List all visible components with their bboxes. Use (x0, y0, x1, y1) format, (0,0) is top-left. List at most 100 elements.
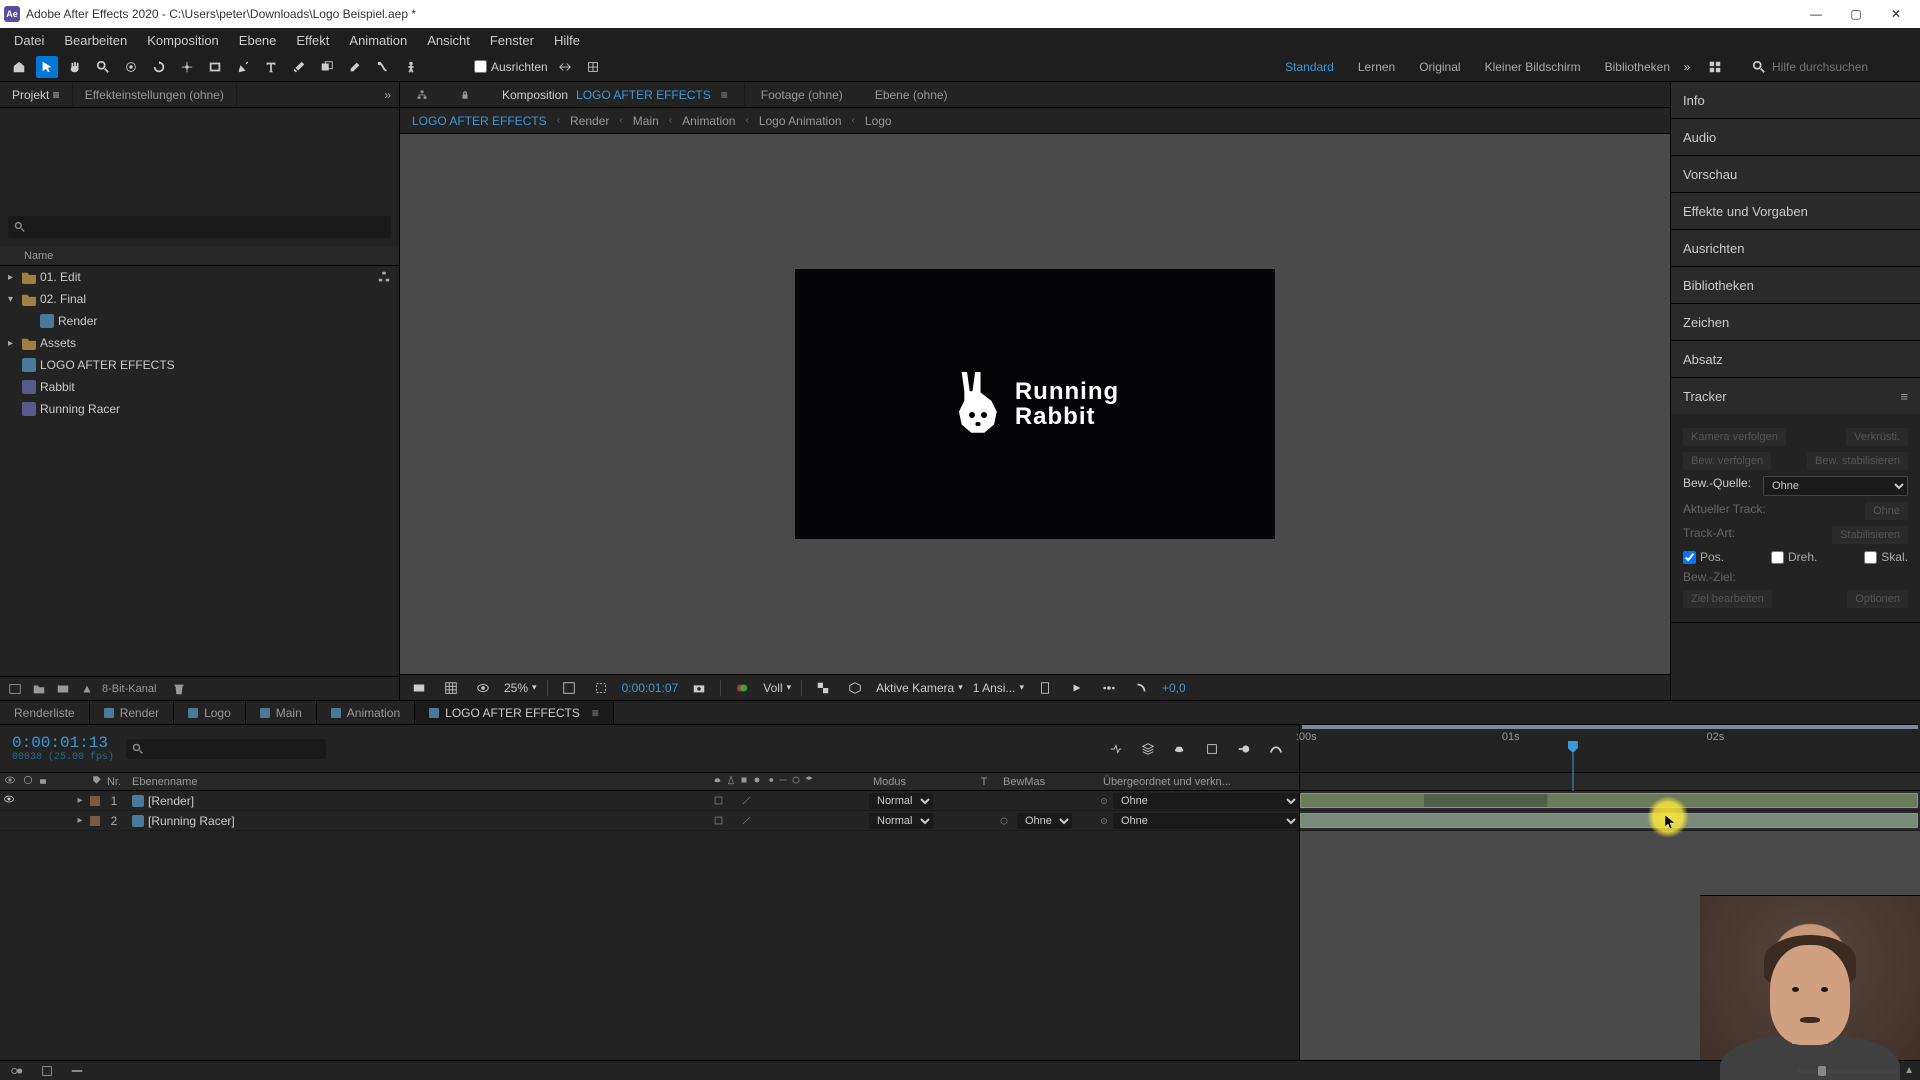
parent-select[interactable]: Ohne (1113, 793, 1299, 809)
zoom-tool[interactable] (92, 56, 114, 78)
menu-ansicht[interactable]: Ansicht (417, 28, 480, 52)
menu-komposition[interactable]: Komposition (137, 28, 229, 52)
snapshot-button[interactable] (688, 677, 710, 699)
panel-header-info[interactable]: Info (1671, 82, 1920, 118)
selection-tool[interactable] (36, 56, 58, 78)
anchor-tool[interactable] (176, 56, 198, 78)
flowchart-button[interactable] (400, 82, 444, 107)
toggle-in-out-button[interactable] (66, 1060, 88, 1080)
adjust-button[interactable] (78, 680, 96, 698)
workspace-kleiner-bildschirm[interactable]: Kleiner Bildschirm (1485, 60, 1581, 74)
snap-checkbox[interactable]: Ausrichten (474, 60, 548, 74)
views-dropdown[interactable]: 1 Ansi... ▾ (973, 681, 1024, 695)
workspace-overflow[interactable]: » (1676, 56, 1698, 78)
menu-animation[interactable]: Animation (339, 28, 417, 52)
delete-button[interactable] (170, 680, 188, 698)
flowchart-item[interactable]: Main (633, 114, 659, 128)
mask-button[interactable] (472, 677, 494, 699)
track-matte-select[interactable]: Ohne (1017, 813, 1072, 829)
3d-view-button[interactable] (844, 677, 866, 699)
project-column-header[interactable]: Name (0, 246, 399, 266)
close-button[interactable]: ✕ (1876, 0, 1916, 28)
panel-header-vorschau[interactable]: Vorschau (1671, 156, 1920, 192)
blend-mode-select[interactable]: Normal (869, 793, 933, 809)
camera-dropdown[interactable]: Aktive Kamera ▾ (876, 681, 963, 695)
parent-select[interactable]: Ohne (1113, 813, 1299, 829)
flowchart-item[interactable]: Animation (682, 114, 735, 128)
hand-tool[interactable] (64, 56, 86, 78)
scale-checkbox[interactable]: Skal. (1864, 550, 1908, 564)
track-motion-button[interactable]: Bew. verfolgen (1683, 452, 1771, 470)
home-button[interactable] (8, 56, 30, 78)
help-search[interactable] (1752, 60, 1912, 74)
project-item[interactable]: ▸01. Edit (0, 266, 399, 288)
new-folder-button[interactable] (30, 680, 48, 698)
channels-button[interactable] (731, 677, 753, 699)
timeline-search[interactable] (126, 739, 326, 759)
panel-header-ausrichten[interactable]: Ausrichten (1671, 230, 1920, 266)
flowchart-item[interactable]: LOGO AFTER EFFECTS (412, 114, 547, 128)
edit-target-button[interactable]: Ziel bearbeiten (1683, 590, 1772, 608)
project-item[interactable]: Render (0, 310, 399, 332)
pixel-aspect-button[interactable] (1034, 677, 1056, 699)
project-item[interactable]: Rabbit (0, 376, 399, 398)
motion-blur-button[interactable] (1233, 738, 1255, 760)
always-preview-button[interactable] (408, 677, 430, 699)
resolution-button[interactable] (558, 677, 580, 699)
panel-overflow[interactable]: » (376, 88, 399, 102)
project-item[interactable]: Running Racer (0, 398, 399, 420)
pickwhip-icon[interactable] (1099, 816, 1109, 826)
panel-tab[interactable]: Effekteinstellungen (ohne) (73, 82, 237, 107)
workspace-menu[interactable] (1704, 56, 1726, 78)
toggle-switches-button[interactable] (6, 1060, 28, 1080)
panel-header-bibliotheken[interactable]: Bibliotheken (1671, 267, 1920, 303)
exposure-value[interactable]: +0,0 (1162, 681, 1186, 695)
transparency-grid-button[interactable] (812, 677, 834, 699)
puppet-tool[interactable] (400, 56, 422, 78)
layer-row[interactable]: ▸ 2 [Running Racer] Normal Ohne Ohne (0, 811, 1299, 831)
current-timecode[interactable]: 0:00:01:13 (12, 734, 114, 752)
zoom-dropdown[interactable]: 25% ▾ (504, 681, 537, 695)
timeline-tab[interactable]: Render (90, 701, 174, 724)
rectangle-tool[interactable] (204, 56, 226, 78)
workspace-original[interactable]: Original (1419, 60, 1460, 74)
layer-track-1[interactable] (1300, 791, 1920, 811)
workspace-standard[interactable]: Standard (1285, 60, 1334, 74)
maximize-button[interactable]: ▢ (1836, 0, 1876, 28)
timeline-tab[interactable]: Animation (317, 701, 415, 724)
layer-track-2[interactable] (1300, 811, 1920, 831)
workspace-lernen[interactable]: Lernen (1358, 60, 1395, 74)
menu-fenster[interactable]: Fenster (480, 28, 544, 52)
flowchart-item[interactable]: Render (570, 114, 609, 128)
tab-composition[interactable]: Komposition LOGO AFTER EFFECTS ≡ (486, 82, 745, 107)
brush-tool[interactable] (288, 56, 310, 78)
zoom-in-icon[interactable]: ▲ (1904, 1065, 1914, 1076)
snap-options[interactable] (554, 56, 576, 78)
eraser-tool[interactable] (344, 56, 366, 78)
toggle-modes-button[interactable] (36, 1060, 58, 1080)
resolution-dropdown[interactable]: Voll ▾ (763, 681, 791, 695)
menu-bearbeiten[interactable]: Bearbeiten (54, 28, 137, 52)
pos-checkbox[interactable]: Pos. (1683, 550, 1724, 564)
stabilize-button[interactable]: Bew. stabilisieren (1807, 452, 1908, 470)
timeline-tab[interactable]: Logo (174, 701, 246, 724)
timeline-tab[interactable]: LOGO AFTER EFFECTS≡ (415, 701, 614, 724)
interpret-footage-button[interactable] (6, 680, 24, 698)
rotate-tool[interactable] (148, 56, 170, 78)
comp-flowchart-button[interactable] (1130, 677, 1152, 699)
lock-icon[interactable] (444, 82, 486, 107)
menu-ebene[interactable]: Ebene (229, 28, 287, 52)
panel-header-absatz[interactable]: Absatz (1671, 341, 1920, 377)
tab-layer[interactable]: Ebene (ohne) (859, 82, 964, 107)
viewer-timecode[interactable]: 0:00:01:07 (622, 681, 679, 695)
roto-tool[interactable] (372, 56, 394, 78)
minimize-button[interactable]: — (1796, 0, 1836, 28)
roi-button[interactable] (590, 677, 612, 699)
menu-effekt[interactable]: Effekt (286, 28, 339, 52)
timeline-ruler[interactable]: :00s01s02s (1300, 725, 1920, 773)
frame-blend-button[interactable] (1201, 738, 1223, 760)
motion-source-select[interactable]: Ohne (1763, 476, 1908, 496)
project-item[interactable]: ▾02. Final (0, 288, 399, 310)
panel-header-tracker[interactable]: Tracker≡ (1671, 378, 1920, 414)
fast-preview-button[interactable] (1066, 677, 1088, 699)
